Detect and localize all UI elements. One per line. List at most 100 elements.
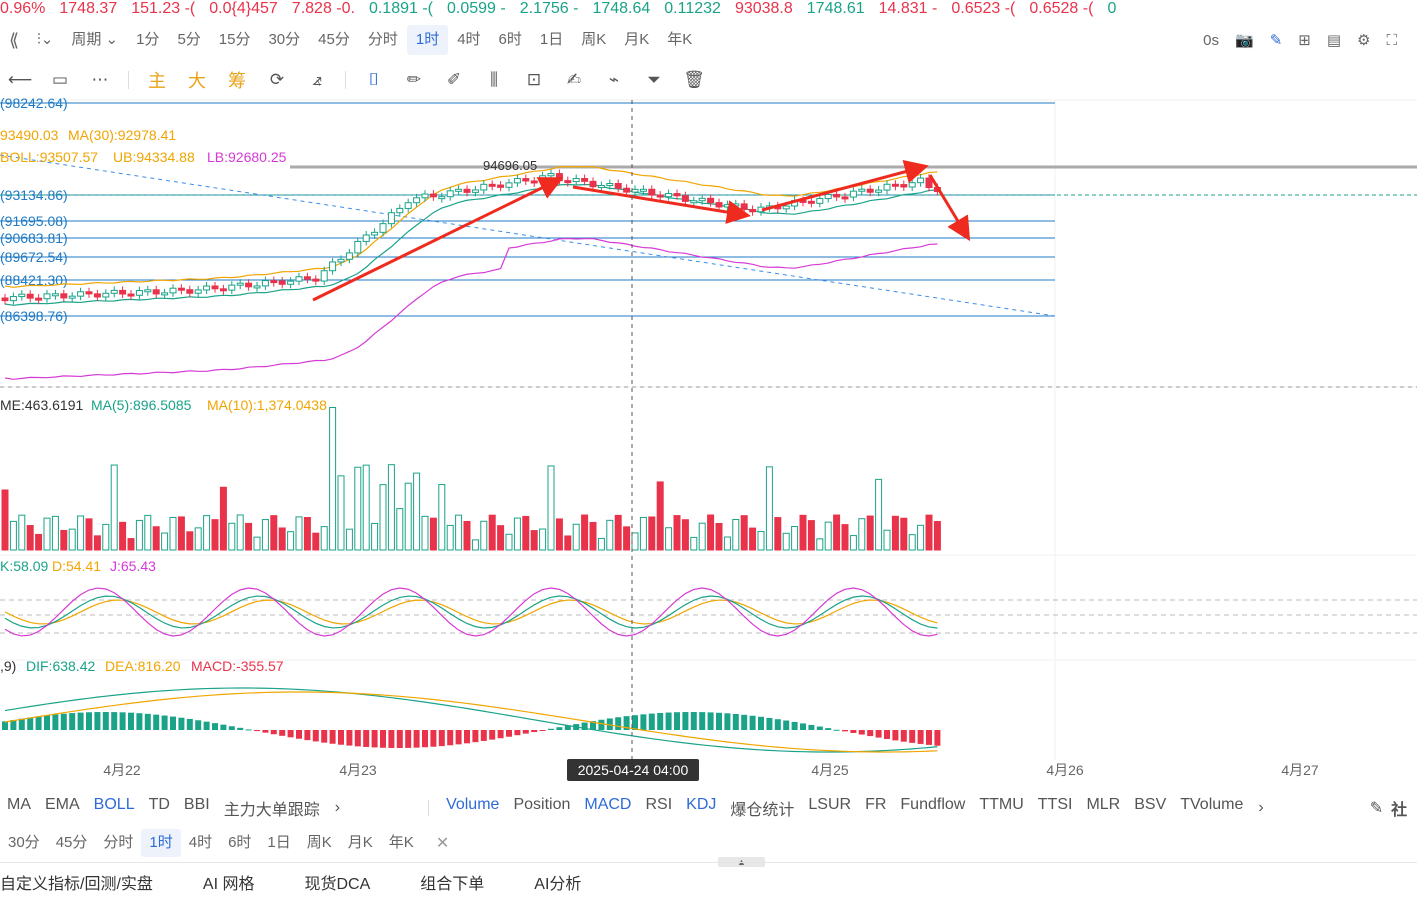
- period-8[interactable]: 4时: [448, 25, 489, 55]
- period2-item[interactable]: 年K: [381, 829, 422, 857]
- sub-indicator-tab[interactable]: FR: [858, 796, 893, 820]
- ruler-tool-icon[interactable]: ✏: [394, 64, 434, 96]
- trash-icon[interactable]: 🗑: [674, 64, 714, 96]
- sub-indicator-tab[interactable]: Position: [506, 796, 577, 820]
- ticker-item[interactable]: 1748.37: [59, 0, 117, 18]
- x-axis-label: 4月23: [339, 762, 377, 778]
- bottom-item[interactable]: AI分析: [509, 870, 606, 894]
- ticker-item[interactable]: 151.23 -(: [131, 0, 195, 18]
- measure-tool-icon[interactable]: ⦨: [297, 64, 337, 96]
- refresh-tool-icon[interactable]: ⟳: [257, 64, 297, 96]
- edit-icon[interactable]: ✎: [1370, 798, 1383, 818]
- community-label[interactable]: 社: [1391, 796, 1407, 820]
- period-0[interactable]: 周期 ⌄: [62, 25, 127, 55]
- line-tool-icon[interactable]: ⟵: [0, 64, 40, 96]
- sub-indicator-tab[interactable]: 爆仓统计: [723, 796, 801, 820]
- filter-tool-icon[interactable]: ⏷: [634, 64, 674, 96]
- chip-tool[interactable]: 筹: [217, 64, 257, 96]
- period-7[interactable]: 1时: [406, 25, 449, 55]
- layout-icon[interactable]: ▤: [1327, 31, 1341, 49]
- collapse-icon[interactable]: ⟪: [0, 25, 28, 55]
- sub-indicator-tab[interactable]: KDJ: [679, 796, 723, 820]
- main-force-tool[interactable]: 主: [137, 64, 177, 96]
- candle-tool-icon[interactable]: ⫼: [474, 64, 514, 96]
- ticker-item[interactable]: 0.6528 -(: [1029, 0, 1093, 18]
- period-4[interactable]: 30分: [259, 25, 309, 55]
- period2-item[interactable]: 6时: [220, 829, 259, 857]
- period-5[interactable]: 45分: [309, 25, 359, 55]
- period-10[interactable]: 1日: [531, 25, 572, 55]
- period-13[interactable]: 年K: [658, 25, 701, 55]
- period-12[interactable]: 月K: [615, 25, 658, 55]
- main-indicator-tab[interactable]: BOLL: [87, 796, 142, 820]
- ticker-item[interactable]: 1748.61: [807, 0, 865, 18]
- ticker-item[interactable]: 0.1891 -(: [369, 0, 433, 18]
- sub-indicator-tab[interactable]: BSV: [1127, 796, 1173, 820]
- ticker-item[interactable]: 2.1756 -: [520, 0, 579, 18]
- bottom-item[interactable]: 自定义指标/回测/实盘: [0, 870, 178, 894]
- ticker-item[interactable]: 14.831 -: [879, 0, 938, 18]
- candle-body: [261, 280, 269, 287]
- fullscreen-icon[interactable]: ⛶: [1386, 32, 1397, 49]
- sub-indicator-tab[interactable]: MLR: [1079, 796, 1127, 820]
- ticker-item[interactable]: 7.828 -0.: [292, 0, 355, 18]
- period2-item[interactable]: 4时: [181, 829, 220, 857]
- main-indicator-tab[interactable]: MA: [0, 796, 38, 820]
- chevron-right-icon[interactable]: ›: [327, 799, 348, 817]
- sub-indicator-tab[interactable]: RSI: [638, 796, 679, 820]
- ticker-item[interactable]: 0: [1107, 0, 1116, 18]
- bottom-item[interactable]: AI 网格: [178, 870, 280, 894]
- ticker-item[interactable]: 0.6523 -(: [951, 0, 1015, 18]
- period-9[interactable]: 6时: [490, 25, 531, 55]
- lock-tool-icon[interactable]: ⊡: [514, 64, 554, 96]
- chevron-right-icon[interactable]: ›: [1250, 799, 1271, 817]
- sub-indicator-tab[interactable]: Volume: [439, 796, 506, 820]
- brush-tool-icon[interactable]: ✐: [434, 64, 474, 96]
- main-indicator-tab[interactable]: EMA: [38, 796, 87, 820]
- ticker-item[interactable]: 0.96%: [0, 0, 45, 18]
- sub-indicator-tab[interactable]: Fundflow: [893, 796, 972, 820]
- ticker-item[interactable]: 0.0{4}457: [209, 0, 278, 18]
- more-icon[interactable]: ⋯: [80, 64, 120, 96]
- sub-indicator-tab[interactable]: MACD: [577, 796, 638, 820]
- bookmark-tool-icon[interactable]: ⌷: [354, 64, 394, 96]
- period-3[interactable]: 15分: [210, 25, 260, 55]
- period2-item[interactable]: 1时: [141, 829, 181, 857]
- sub-indicator-tab[interactable]: TTMU: [972, 796, 1030, 820]
- period2-item[interactable]: 30分: [0, 829, 48, 857]
- chart-type-icon[interactable]: ⫶⌄: [28, 25, 62, 55]
- chart-canvas[interactable]: (98242.64) (93134.86) (91695.08)(90683.81)…: [0, 0, 1417, 800]
- settings-icon[interactable]: ⚙: [1357, 31, 1370, 49]
- period-1[interactable]: 1分: [127, 25, 168, 55]
- rect-tool-icon[interactable]: ▭: [40, 64, 80, 96]
- large-order-tool[interactable]: 大: [177, 64, 217, 96]
- main-indicator-tab[interactable]: 主力大单跟踪: [217, 796, 327, 820]
- volume-bar: [765, 466, 773, 551]
- add-chart-icon[interactable]: ⊞: [1298, 31, 1311, 49]
- ticker-item[interactable]: 0.11232: [664, 0, 721, 18]
- bottom-item[interactable]: 现货DCA: [279, 870, 395, 894]
- main-indicator-tab[interactable]: TD: [142, 796, 177, 820]
- close-icon[interactable]: ✕: [436, 833, 449, 853]
- camera-icon[interactable]: 📷: [1235, 31, 1254, 49]
- period2-item[interactable]: 月K: [340, 829, 381, 857]
- period-11[interactable]: 周K: [572, 25, 615, 55]
- period2-item[interactable]: 1日: [259, 829, 298, 857]
- note-tool-icon[interactable]: ✍: [554, 64, 594, 96]
- sub-indicator-tab[interactable]: TVolume: [1173, 796, 1250, 820]
- pencil-icon[interactable]: ✎: [1270, 31, 1283, 49]
- sub-indicator-tab[interactable]: LSUR: [801, 796, 858, 820]
- ticker-item[interactable]: 0.0599 -: [447, 0, 506, 18]
- x-axis-label: 4月26: [1046, 762, 1084, 778]
- period-2[interactable]: 5分: [168, 25, 209, 55]
- period2-item[interactable]: 45分: [48, 829, 96, 857]
- main-indicator-tab[interactable]: BBI: [177, 796, 217, 820]
- ticker-item[interactable]: 93038.8: [735, 0, 793, 18]
- period2-item[interactable]: 周K: [299, 829, 340, 857]
- magnet-tool-icon[interactable]: ⌁: [594, 64, 634, 96]
- period-6[interactable]: 分时: [359, 25, 407, 55]
- period2-item[interactable]: 分时: [95, 829, 141, 857]
- ticker-item[interactable]: 1748.64: [592, 0, 650, 18]
- bottom-item[interactable]: 组合下单: [395, 870, 509, 894]
- sub-indicator-tab[interactable]: TTSI: [1031, 796, 1080, 820]
